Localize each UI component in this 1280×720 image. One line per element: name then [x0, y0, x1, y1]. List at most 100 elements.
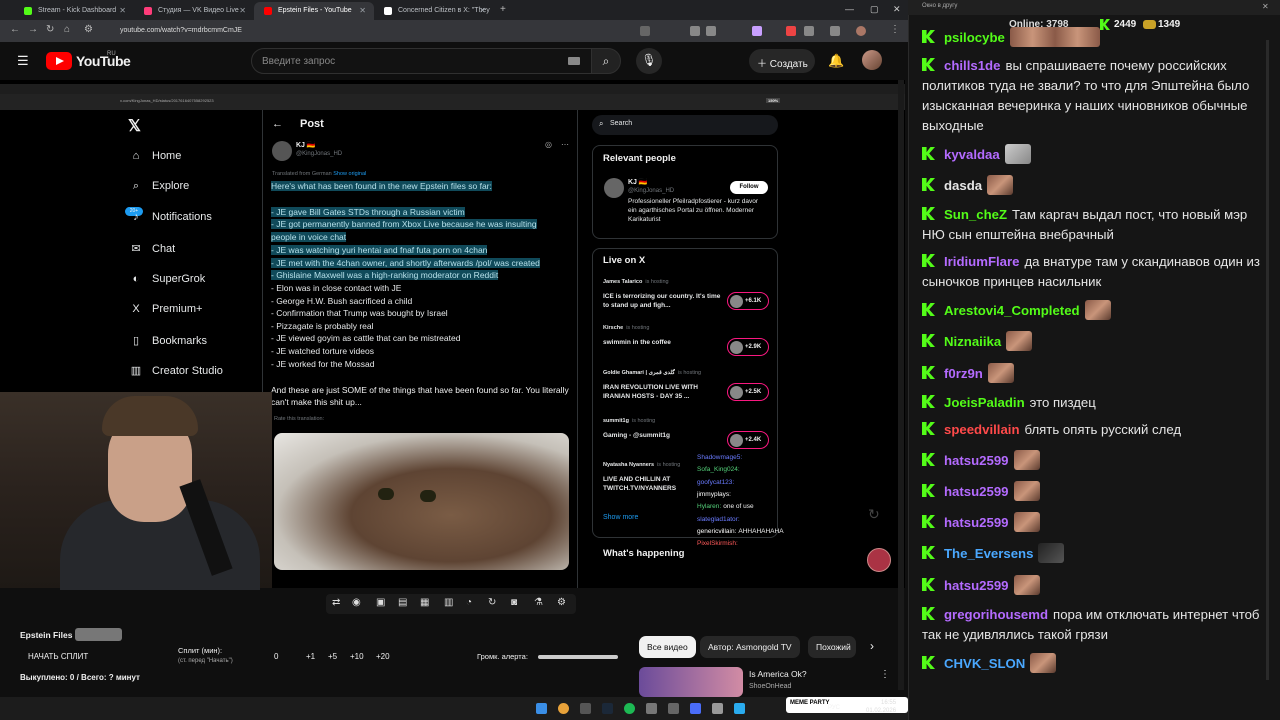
tab-kick-dashboard[interactable]: Stream - Kick Dashboard ✕	[14, 2, 134, 20]
rp-handle[interactable]: @KingJonas_HD	[628, 188, 674, 194]
chat-username[interactable]: CHVK_SLON	[944, 656, 1025, 671]
grok-icon[interactable]: ◎	[545, 140, 552, 149]
chat-username[interactable]: speedvillain	[944, 422, 1020, 437]
nav-item-explore[interactable]: ⌕ Explore	[128, 180, 189, 193]
live-count-badge[interactable]: +6.1K	[727, 292, 769, 310]
search-button[interactable]: ⌕	[591, 48, 621, 74]
hamburger-icon[interactable]: ☰	[17, 53, 29, 69]
live-count-badge[interactable]: +2.4K	[727, 431, 769, 449]
download-icon[interactable]	[830, 26, 840, 36]
clapper-icon[interactable]: ▤	[398, 597, 407, 608]
rec-channel[interactable]: ShoeOnHead	[749, 683, 791, 690]
youtube-search-input[interactable]: Введите запрос	[251, 48, 592, 74]
rec-thumbnail[interactable]	[639, 667, 743, 697]
rec-title[interactable]: Is America Ok?	[749, 669, 807, 679]
gauge-icon[interactable]: ◔	[466, 597, 472, 608]
live-title[interactable]: Gaming - @summit1g	[603, 431, 721, 440]
close-window-icon[interactable]: ✕	[893, 4, 901, 15]
tab-x-post[interactable]: Concerned Citizen в X: "They ✕	[374, 2, 494, 20]
split-0-button[interactable]: 0	[274, 652, 278, 661]
nav-item-supergrok[interactable]: ◐ SuperGrok	[128, 273, 206, 285]
home-icon[interactable]: ⌂	[64, 24, 70, 35]
split-plus5-button[interactable]: +5	[328, 652, 337, 661]
camera-icon[interactable]: ◙	[511, 597, 517, 608]
broadcast-icon[interactable]: ◉	[352, 597, 361, 608]
chat-username[interactable]: hatsu2599	[944, 453, 1009, 468]
bell-icon[interactable]: 🔔	[828, 53, 844, 69]
chat-username[interactable]: IridiumFlare	[944, 254, 1019, 269]
nav-item-premium-[interactable]: X Premium+	[128, 303, 202, 315]
live-title[interactable]: ICE is terrorizing our country. It's tim…	[603, 292, 721, 310]
start-split-button[interactable]: НАЧАТЬ СПЛИТ	[28, 652, 88, 661]
chat-username[interactable]: Sun_cheZ	[944, 207, 1007, 222]
spotify-icon[interactable]	[624, 703, 635, 714]
star-icon[interactable]	[706, 26, 716, 36]
close-icon[interactable]: ✕	[479, 6, 486, 15]
split-plus20-button[interactable]: +20	[376, 652, 390, 661]
split-plus10-button[interactable]: +10	[350, 652, 364, 661]
chat-username[interactable]: dasda	[944, 178, 982, 193]
settings-icon[interactable]: ⚙	[557, 597, 566, 608]
start-icon[interactable]	[536, 703, 547, 714]
nav-item-home[interactable]: ⌂ Home	[128, 150, 182, 162]
nav-item-bookmarks[interactable]: ▯ Bookmarks	[128, 334, 207, 347]
extension-icon[interactable]	[640, 26, 650, 36]
site-info-icon[interactable]: ⚙	[84, 24, 93, 35]
live-host[interactable]: Nyatasha Nyanners is hosting	[603, 462, 680, 468]
x-search-input[interactable]: Search	[592, 115, 778, 135]
reload-icon[interactable]: ↻	[46, 24, 54, 35]
picture-icon[interactable]: ▦	[420, 597, 429, 608]
nav-item-chat[interactable]: ✉ Chat	[128, 242, 175, 255]
tab-youtube[interactable]: Epstein Files - YouTube ✕	[254, 2, 374, 20]
live-title[interactable]: IRAN REVOLUTION LIVE WITH IRANIAN HOSTS …	[603, 383, 721, 401]
puzzle-icon[interactable]	[804, 26, 814, 36]
close-icon[interactable]: ✕	[119, 6, 126, 15]
app-icon[interactable]	[712, 703, 723, 714]
keyboard-icon[interactable]	[568, 57, 580, 65]
chat-username[interactable]: hatsu2599	[944, 484, 1009, 499]
new-tab-button[interactable]: +	[500, 4, 506, 15]
chat-username[interactable]: JoeisPaladin	[944, 395, 1025, 410]
close-icon[interactable]: ✕	[239, 6, 246, 15]
split-plus1-button[interactable]: +1	[306, 652, 315, 661]
clock[interactable]: 16:55 01.02.2026	[866, 699, 896, 715]
chip-similar[interactable]: Похожий	[808, 636, 856, 658]
live-count-badge[interactable]: +2.9K	[727, 338, 769, 356]
forward-icon[interactable]: →	[28, 24, 38, 35]
chat-username[interactable]: hatsu2599	[944, 578, 1009, 593]
chat-username[interactable]: The_Eversens	[944, 546, 1033, 561]
close-icon[interactable]: ✕	[359, 6, 366, 15]
refresh-icon[interactable]: ↻	[488, 597, 496, 608]
app-icon[interactable]	[668, 703, 679, 714]
alert-volume-slider[interactable]	[538, 655, 618, 659]
scrollbar[interactable]	[898, 80, 904, 690]
mic-button[interactable]: 🎙	[636, 48, 662, 74]
more-icon[interactable]: ⋯	[561, 140, 569, 149]
chip-all-videos[interactable]: Все видео	[639, 636, 696, 658]
chip-author[interactable]: Автор: Asmongold TV	[700, 636, 800, 658]
show-original-link[interactable]: Show original	[333, 171, 366, 177]
show-more-link[interactable]: Show more	[603, 514, 638, 521]
app-icon[interactable]	[690, 703, 701, 714]
flask-icon[interactable]: ⚗	[534, 597, 543, 608]
chrome-icon[interactable]	[558, 703, 569, 714]
maximize-icon[interactable]: ▢	[870, 4, 879, 15]
live-count-badge[interactable]: +2.5K	[727, 383, 769, 401]
rp-avatar[interactable]	[604, 178, 624, 198]
chat-username[interactable]: hatsu2599	[944, 515, 1009, 530]
extension-icon[interactable]	[752, 26, 762, 36]
create-button[interactable]: ＋ Создать	[749, 49, 815, 73]
steam-icon[interactable]	[602, 703, 613, 714]
more-icon[interactable]: ⋮	[880, 669, 890, 680]
extension-icon[interactable]	[786, 26, 796, 36]
camera-settings-icon[interactable]: ▣	[376, 597, 385, 608]
chat-username[interactable]: kyvaldaa	[944, 147, 1000, 162]
extension-icon[interactable]	[690, 26, 700, 36]
rate-translation[interactable]: Rate this translation:	[274, 416, 324, 422]
author-avatar[interactable]	[272, 141, 292, 161]
tab-vk-studio[interactable]: Студия — VK Видео Live ✕	[134, 2, 254, 20]
avatar[interactable]	[862, 50, 882, 70]
chevron-right-icon[interactable]: ›	[870, 639, 874, 653]
chat-username[interactable]: Arestovi4_Completed	[944, 303, 1080, 318]
author-name[interactable]: KJ 🇩🇪	[296, 141, 316, 149]
